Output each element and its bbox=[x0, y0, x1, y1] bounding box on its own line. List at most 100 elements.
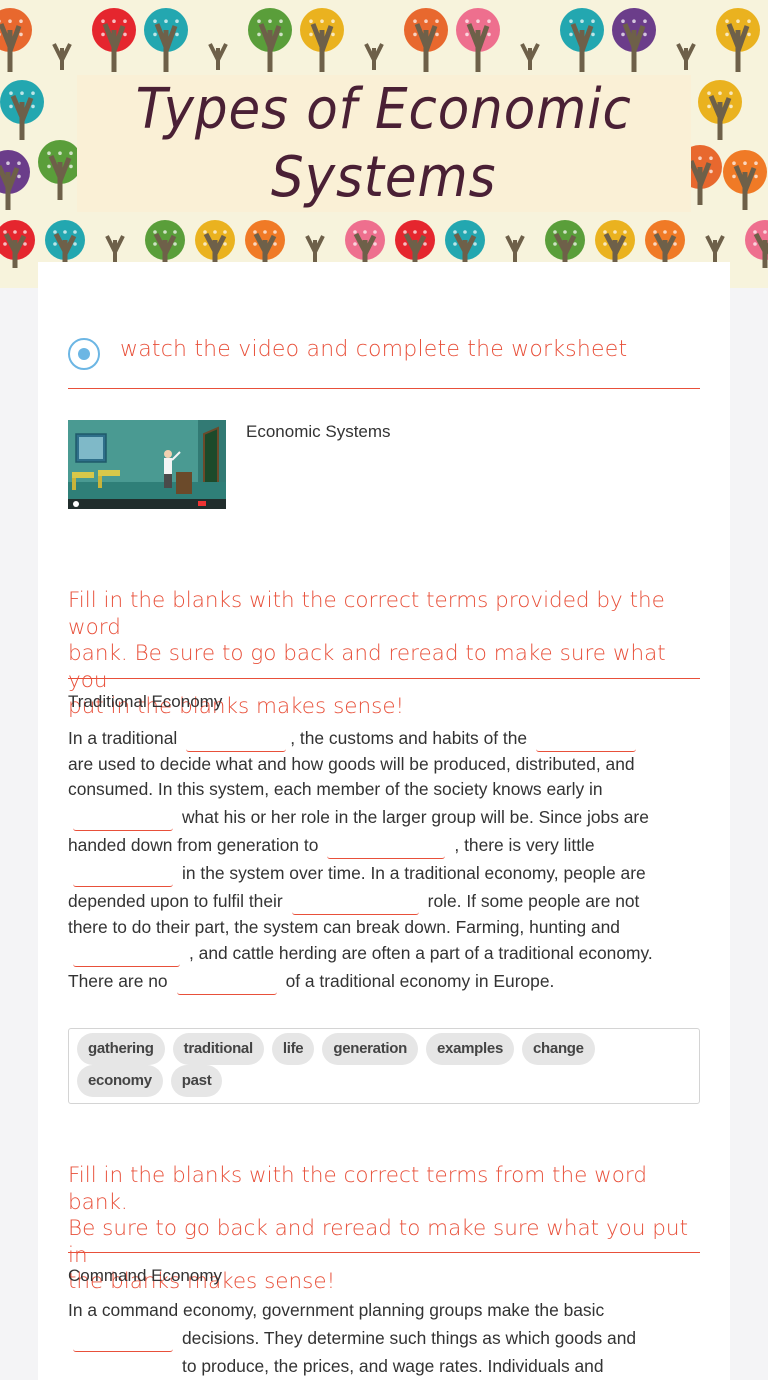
tree-icon bbox=[404, 8, 448, 72]
tree-icon bbox=[595, 220, 635, 268]
blank-input[interactable] bbox=[73, 811, 173, 831]
text: There are no bbox=[68, 971, 168, 991]
blank-input[interactable] bbox=[536, 732, 637, 752]
tree-icon bbox=[0, 8, 32, 72]
video-row: Economic Systems bbox=[68, 420, 391, 509]
paragraph-line: there to do their part, the system can b… bbox=[68, 913, 700, 941]
word-chip[interactable]: life bbox=[271, 1033, 315, 1065]
header-banner: Types of Economic Systems bbox=[0, 0, 768, 288]
twig-icon bbox=[305, 235, 325, 262]
tree-icon bbox=[45, 220, 85, 268]
instruction-row: watch the video and complete the workshe… bbox=[68, 328, 627, 370]
paragraph-line: to produce, the prices, and wage rates. … bbox=[68, 1352, 700, 1380]
paragraph-line: There are no of a traditional economy in … bbox=[68, 967, 700, 995]
word-chip[interactable]: generation bbox=[322, 1033, 419, 1065]
word-chip[interactable]: examples bbox=[426, 1033, 514, 1065]
page-title-line1: Types of Economic bbox=[135, 76, 633, 142]
word-chip[interactable]: traditional bbox=[172, 1033, 264, 1065]
word-bank: gathering traditional life generation ex… bbox=[68, 1028, 700, 1104]
tree-icon bbox=[145, 220, 185, 268]
tree-icon bbox=[645, 220, 685, 268]
tree-icon bbox=[716, 8, 760, 72]
traditional-economy-paragraph: In a traditional , the customs and habits… bbox=[68, 724, 700, 995]
tree-icon bbox=[698, 80, 742, 140]
instruction-line: bank. Be sure to go back and reread to m… bbox=[68, 641, 666, 693]
twig-icon bbox=[505, 235, 525, 262]
tree-icon bbox=[345, 220, 385, 268]
instruction-line: Fill in the blanks with the correct term… bbox=[68, 1163, 648, 1215]
tree-icon bbox=[195, 220, 235, 268]
tree-icon bbox=[300, 8, 344, 72]
word-chip[interactable]: past bbox=[170, 1065, 223, 1097]
worksheet-card: watch the video and complete the workshe… bbox=[38, 262, 730, 1380]
blank-input[interactable] bbox=[73, 947, 180, 967]
page-title-line2: Systems bbox=[271, 144, 497, 210]
instruction-line: Be sure to go back and reread to make su… bbox=[68, 1216, 688, 1268]
instruction-text: watch the video and complete the workshe… bbox=[120, 336, 628, 362]
tree-icon bbox=[545, 220, 585, 268]
text: consumed. In this system, each member of… bbox=[68, 779, 603, 799]
tree-icon bbox=[0, 150, 30, 210]
twig-icon bbox=[105, 235, 125, 262]
tree-icon bbox=[0, 80, 44, 140]
word-chip[interactable]: change bbox=[522, 1033, 595, 1065]
blank-input[interactable] bbox=[176, 975, 277, 995]
tree-icon bbox=[560, 8, 604, 72]
tree-icon bbox=[92, 8, 136, 72]
text: In a command economy, government plannin… bbox=[68, 1300, 605, 1320]
text: decisions. They determine such things as… bbox=[182, 1328, 637, 1348]
tree-icon bbox=[395, 220, 435, 268]
text: handed down from generation to bbox=[68, 835, 319, 855]
paragraph-line: decisions. They determine such things as… bbox=[68, 1324, 700, 1352]
text: depended upon to fulfil their bbox=[68, 891, 283, 911]
tree-icon bbox=[245, 220, 285, 268]
tree-icon bbox=[745, 220, 768, 268]
twig-icon bbox=[705, 235, 725, 262]
title-box: Types of Economic Systems bbox=[77, 75, 691, 212]
page-title: Types of Economic Systems bbox=[136, 76, 632, 212]
tree-icon bbox=[144, 8, 188, 72]
text: of a traditional economy in Europe. bbox=[285, 971, 555, 991]
text: role. If some people are not bbox=[427, 891, 640, 911]
video-thumbnail[interactable] bbox=[68, 420, 226, 509]
blank-input[interactable] bbox=[73, 1360, 173, 1380]
divider bbox=[68, 1252, 700, 1253]
paragraph-line: consumed. In this system, each member of… bbox=[68, 775, 700, 803]
text: In a traditional bbox=[68, 728, 178, 748]
paragraph-line: handed down from generation to , there is… bbox=[68, 831, 700, 859]
word-chip[interactable]: gathering bbox=[77, 1033, 165, 1065]
twig-icon bbox=[208, 43, 228, 70]
text: what his or her role in the larger group… bbox=[182, 807, 649, 827]
command-economy-paragraph: In a command economy, government plannin… bbox=[68, 1298, 700, 1380]
blank-input[interactable] bbox=[327, 839, 446, 859]
video-title[interactable]: Economic Systems bbox=[246, 422, 391, 509]
section-label-traditional-economy: Traditional Economy bbox=[68, 692, 223, 711]
tree-icon bbox=[248, 8, 292, 72]
divider bbox=[68, 678, 700, 679]
text: , the customs and habits of the bbox=[290, 728, 528, 748]
blank-input[interactable] bbox=[73, 1332, 173, 1352]
tree-icon bbox=[0, 220, 35, 268]
tree-icon bbox=[723, 150, 767, 210]
paragraph-line: In a traditional , the customs and habits… bbox=[68, 724, 700, 752]
twig-icon bbox=[676, 43, 696, 70]
text: are used to decide what and how goods wi… bbox=[68, 754, 635, 774]
paragraph-line: are used to decide what and how goods wi… bbox=[68, 750, 700, 778]
tree-icon bbox=[612, 8, 656, 72]
text: , and cattle herding are often a part of… bbox=[189, 943, 653, 963]
paragraph-line: what his or her role in the larger group… bbox=[68, 803, 700, 831]
tree-icon bbox=[456, 8, 500, 72]
text: there to do their part, the system can b… bbox=[68, 917, 620, 937]
section-label-command-economy: Command Economy bbox=[68, 1266, 223, 1285]
blank-input[interactable] bbox=[73, 867, 173, 887]
text: to produce, the prices, and wage rates. … bbox=[182, 1356, 604, 1376]
blank-input[interactable] bbox=[291, 895, 419, 915]
paragraph-line: , and cattle herding are often a part of… bbox=[68, 939, 700, 967]
tree-icon bbox=[38, 140, 82, 200]
blank-input[interactable] bbox=[186, 732, 287, 752]
word-chip[interactable]: economy bbox=[77, 1065, 163, 1097]
divider bbox=[68, 388, 700, 389]
radio-selected-icon[interactable] bbox=[68, 338, 100, 370]
paragraph-line: In a command economy, government plannin… bbox=[68, 1296, 700, 1324]
instruction-line: Fill in the blanks with the correct term… bbox=[68, 588, 665, 640]
